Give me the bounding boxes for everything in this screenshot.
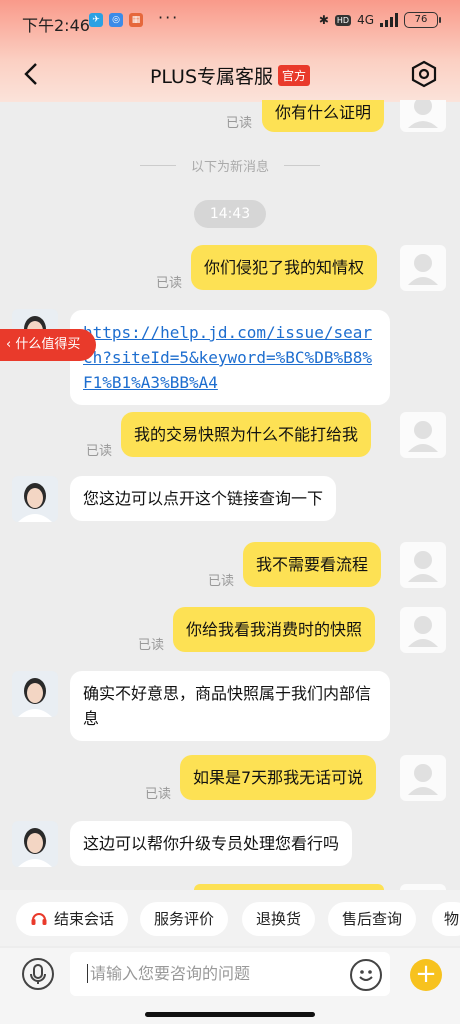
user-avatar[interactable] <box>400 755 446 801</box>
read-status: 已读 <box>226 116 253 131</box>
new-messages-divider: 以下为新消息 <box>140 156 320 176</box>
message-text: 您这边可以点开这个链接查询一下 <box>83 489 324 508</box>
message-text: 如果是7天那我无话可说 <box>193 768 364 787</box>
message-text: 你们侵犯了我的知情权 <box>204 258 365 277</box>
agent-avatar-image <box>12 476 58 522</box>
message-bubble-out[interactable]: 你们侵犯了我的知情权 <box>191 245 378 290</box>
emoji-icon <box>359 970 373 981</box>
message-text: 你给我看我消费时的快照 <box>186 620 363 639</box>
user-avatar-icon <box>408 551 438 582</box>
user-avatar-icon <box>408 616 438 647</box>
message-bubble-in[interactable]: https://help.jd.com/issue/search?siteId=… <box>70 310 390 405</box>
help-link[interactable]: https://help.jd.com/issue/search?siteId=… <box>83 323 372 392</box>
voice-input-button[interactable] <box>22 958 54 990</box>
message-bubble-out[interactable]: 你有什么证明 <box>262 100 385 132</box>
more-action-button[interactable]: 物 <box>432 902 460 936</box>
quick-actions-bar: 结束会话 服务评价 退换货 售后查询 物 <box>0 890 460 946</box>
read-status: 已读 <box>86 444 113 459</box>
message-bubble-in[interactable]: 这边可以帮你升级专员处理您看行吗 <box>70 821 353 866</box>
message-bubble-out[interactable]: 如果是7天那我无话可说 <box>180 755 377 800</box>
read-status: 已读 <box>138 638 165 653</box>
end-session-button[interactable]: 结束会话 <box>16 902 129 936</box>
plus-icon: + <box>415 959 437 989</box>
agent-avatar[interactable] <box>12 821 58 867</box>
emoji-button[interactable] <box>350 959 382 991</box>
end-session-label: 结束会话 <box>54 910 115 928</box>
input-placeholder: 请输入您要咨询的问题 <box>90 964 251 983</box>
time-chip: 14:43 <box>194 200 266 228</box>
agent-avatar[interactable] <box>12 476 58 522</box>
user-avatar[interactable] <box>400 245 446 291</box>
after-sales-button[interactable]: 售后查询 <box>328 902 417 936</box>
after-sales-label: 售后查询 <box>342 910 403 928</box>
message-list[interactable]: 你有什么证明 已读 以下为新消息 14:43 你们侵犯了我的知情权 已读 htt… <box>0 0 460 1024</box>
read-status: 已读 <box>208 574 235 589</box>
user-avatar[interactable] <box>400 97 446 132</box>
return-exchange-label: 退换货 <box>256 910 302 928</box>
home-indicator <box>145 1012 315 1017</box>
message-text: 我不需要看流程 <box>256 555 369 574</box>
rate-service-button[interactable]: 服务评价 <box>140 902 229 936</box>
agent-avatar[interactable] <box>12 671 58 717</box>
message-bubble-in[interactable]: 确实不好意思，商品快照属于我们内部信息 <box>70 671 390 741</box>
message-bubble-out[interactable]: 我的交易快照为什么不能打给我 <box>121 412 372 457</box>
user-avatar-icon <box>408 764 438 795</box>
message-text: 你有什么证明 <box>275 103 372 122</box>
message-text: 这边可以帮你升级专员处理您看行吗 <box>83 834 340 853</box>
user-avatar-icon <box>408 254 438 285</box>
agent-avatar-image <box>12 671 58 717</box>
return-exchange-button[interactable]: 退换货 <box>242 902 316 936</box>
agent-avatar-image <box>12 821 58 867</box>
rate-service-label: 服务评价 <box>154 910 215 928</box>
more-action-label: 物 <box>444 910 460 928</box>
float-tag-button[interactable]: ‹ 什么值得买 <box>0 329 96 361</box>
message-input[interactable]: 请输入您要咨询的问题 <box>70 952 390 996</box>
user-avatar-icon <box>408 421 438 452</box>
read-status: 已读 <box>156 276 183 291</box>
message-bubble-out[interactable]: 你给我看我消费时的快照 <box>173 607 376 652</box>
user-avatar[interactable] <box>400 542 446 588</box>
headset-icon <box>31 913 47 925</box>
user-avatar-icon <box>408 97 438 128</box>
message-text: 我的交易快照为什么不能打给我 <box>134 425 359 444</box>
read-status: 已读 <box>145 787 172 802</box>
user-avatar[interactable] <box>400 412 446 458</box>
message-bubble-in[interactable]: 您这边可以点开这个链接查询一下 <box>70 476 337 521</box>
message-bubble-out[interactable]: 我不需要看流程 <box>243 542 382 587</box>
plus-button[interactable]: + <box>410 959 442 991</box>
message-text: 确实不好意思，商品快照属于我们内部信息 <box>83 684 372 728</box>
user-avatar[interactable] <box>400 607 446 653</box>
microphone-icon <box>30 964 46 984</box>
